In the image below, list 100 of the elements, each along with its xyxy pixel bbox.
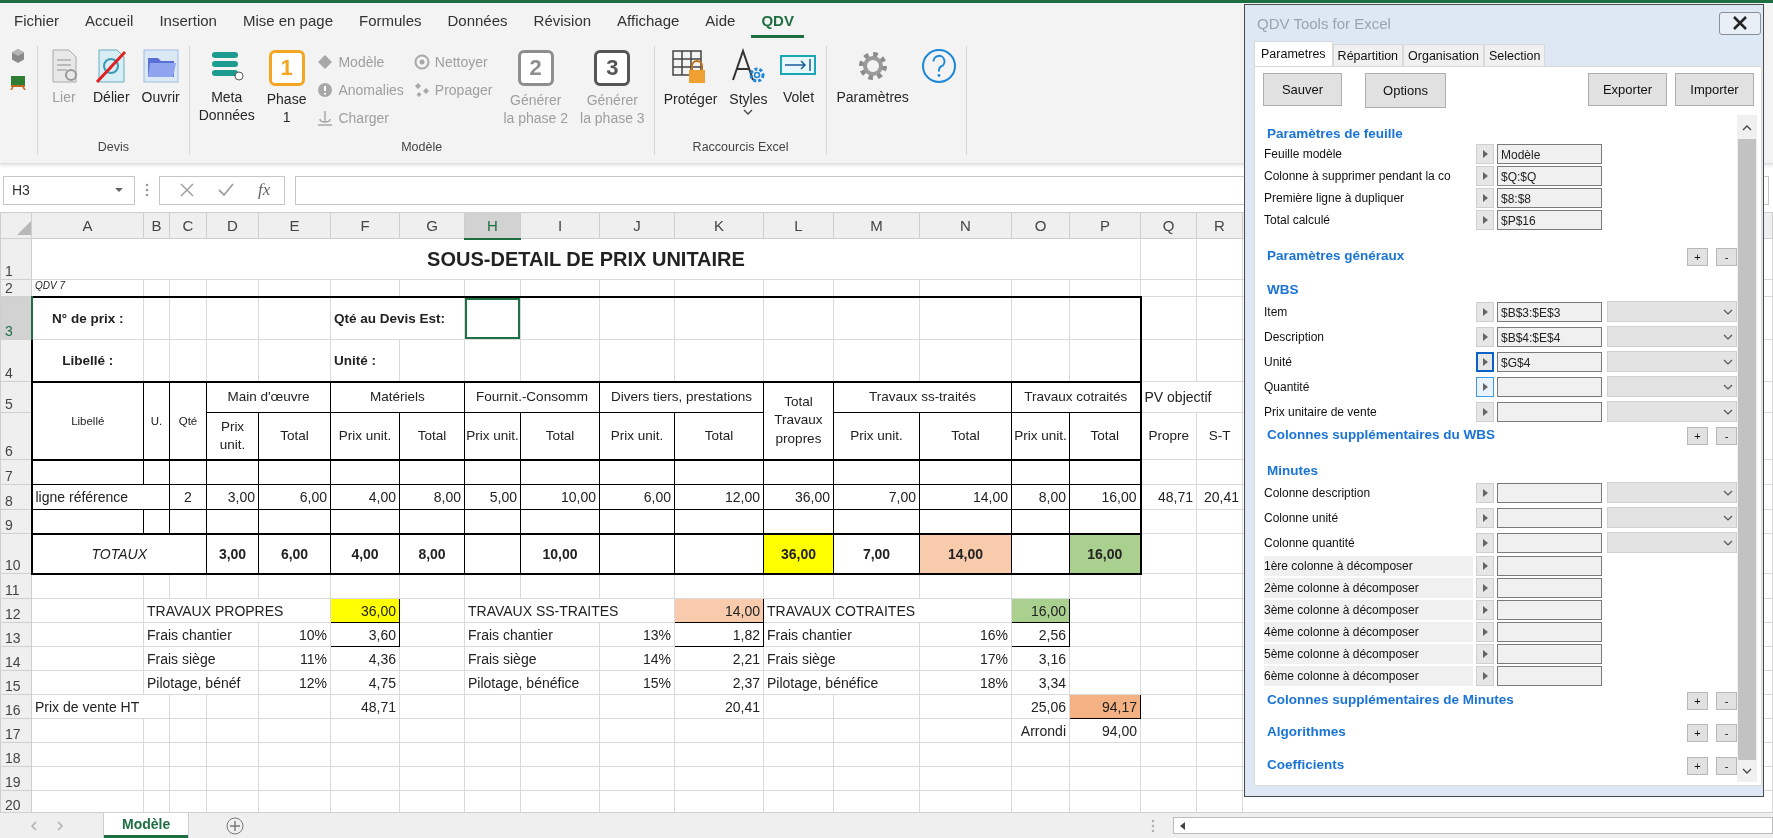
scroll-thumb[interactable] bbox=[1738, 139, 1756, 760]
ribbon-button[interactable]: Ouvrir bbox=[138, 46, 183, 109]
ribbon-button[interactable]: Meta Données bbox=[195, 46, 258, 126]
cell-reference-field[interactable] bbox=[1497, 644, 1602, 664]
ribbon-button[interactable]: Protéger bbox=[660, 46, 721, 111]
row-header[interactable]: 11 bbox=[0, 573, 32, 599]
tab[interactable]: Organisation bbox=[1403, 44, 1484, 66]
column-header[interactable]: I bbox=[520, 212, 600, 239]
menu-tab[interactable]: Révision bbox=[523, 5, 602, 38]
action-button[interactable]: Exporter bbox=[1588, 73, 1667, 106]
column-header[interactable]: B bbox=[143, 212, 170, 239]
row-header[interactable]: 10 bbox=[0, 533, 32, 574]
column-header[interactable]: A bbox=[31, 212, 144, 239]
menu-tab[interactable]: Données bbox=[437, 5, 518, 38]
scrollbar[interactable] bbox=[1737, 115, 1757, 782]
cell-reference-field[interactable] bbox=[1497, 600, 1602, 620]
board-icon[interactable] bbox=[9, 74, 27, 90]
action-button[interactable]: Importer bbox=[1675, 73, 1754, 106]
cell-cursor[interactable] bbox=[464, 296, 521, 340]
expand-button[interactable]: + bbox=[1687, 427, 1708, 445]
ribbon-button[interactable]: Styles bbox=[726, 46, 771, 117]
cell-reference-field[interactable]: $G$4 bbox=[1497, 351, 1602, 372]
function-button[interactable]: fx bbox=[258, 180, 271, 200]
expand-button[interactable]: + bbox=[1687, 248, 1708, 266]
column-header[interactable]: P bbox=[1069, 212, 1141, 239]
row-header[interactable]: 13 bbox=[0, 622, 32, 647]
row-header[interactable]: 9 bbox=[0, 509, 32, 534]
cell-reference-field[interactable] bbox=[1497, 482, 1602, 503]
column-header[interactable]: R bbox=[1196, 212, 1243, 239]
column-header[interactable]: K bbox=[674, 212, 764, 239]
ribbon-button[interactable]: Volet bbox=[776, 46, 821, 109]
row-header[interactable]: 12 bbox=[0, 598, 32, 623]
cell-picker-button[interactable] bbox=[1476, 351, 1494, 372]
horizontal-scrollbar[interactable] bbox=[1173, 817, 1773, 834]
left-arrow-icon[interactable] bbox=[1179, 820, 1187, 831]
ribbon-button[interactable]: 1 Phase 1 bbox=[263, 46, 310, 128]
column-header[interactable]: L bbox=[763, 212, 834, 239]
collapse-button[interactable]: - bbox=[1716, 724, 1737, 742]
row-header[interactable]: 5 bbox=[0, 381, 32, 413]
cell-reference-field[interactable] bbox=[1497, 376, 1602, 397]
cell-reference-field[interactable]: $Q:$Q bbox=[1497, 166, 1602, 186]
row-header[interactable]: 8 bbox=[0, 484, 32, 510]
menu-tab[interactable]: Mise en page bbox=[232, 5, 343, 38]
row-header[interactable]: 16 bbox=[0, 694, 32, 719]
cell-reference-field[interactable] bbox=[1497, 666, 1602, 686]
column-header[interactable]: D bbox=[206, 212, 259, 239]
cell-reference-field[interactable]: $8:$8 bbox=[1497, 188, 1602, 208]
row-header[interactable]: 6 bbox=[0, 412, 32, 460]
expand-button[interactable]: + bbox=[1687, 757, 1708, 775]
collapse-button[interactable]: - bbox=[1716, 692, 1737, 710]
row-header[interactable]: 14 bbox=[0, 646, 32, 671]
menu-tab[interactable]: Accueil bbox=[75, 5, 144, 38]
column-header[interactable]: H bbox=[464, 212, 521, 239]
column-header[interactable]: M bbox=[833, 212, 920, 239]
sheet-tab[interactable]: Modèle bbox=[104, 813, 189, 838]
ribbon-button[interactable]: Délier bbox=[90, 46, 133, 109]
menu-tab[interactable]: Formules bbox=[349, 5, 432, 38]
cell-reference-field[interactable] bbox=[1497, 578, 1602, 598]
menu-tab[interactable]: QDV bbox=[751, 5, 804, 38]
cell-reference-field[interactable] bbox=[1497, 622, 1602, 642]
row-header[interactable]: 3 bbox=[0, 296, 32, 340]
column-header[interactable]: E bbox=[258, 212, 331, 239]
check-icon[interactable] bbox=[218, 183, 234, 197]
close-button[interactable] bbox=[1719, 11, 1761, 35]
column-header[interactable]: J bbox=[599, 212, 675, 239]
row-header[interactable]: 20 bbox=[0, 790, 32, 812]
cell-reference-field[interactable] bbox=[1497, 532, 1602, 553]
column-header[interactable]: Q bbox=[1140, 212, 1197, 239]
cell-reference-field[interactable] bbox=[1497, 401, 1602, 422]
column-header[interactable]: G bbox=[399, 212, 465, 239]
name-box[interactable]: H3 bbox=[3, 175, 135, 205]
collapse-button[interactable]: - bbox=[1716, 248, 1737, 266]
row-header[interactable]: 17 bbox=[0, 718, 32, 743]
cell-reference-field[interactable]: $P$16 bbox=[1497, 210, 1602, 230]
row-header[interactable]: 7 bbox=[0, 459, 32, 485]
column-header[interactable]: N bbox=[919, 212, 1012, 239]
expand-button[interactable]: + bbox=[1687, 692, 1708, 710]
cell-reference-field[interactable]: $B$4:$E$4 bbox=[1497, 326, 1602, 347]
cell-picker-button[interactable] bbox=[1476, 376, 1494, 397]
cancel-icon[interactable] bbox=[180, 183, 194, 197]
chevron-up-icon[interactable] bbox=[1742, 125, 1752, 131]
row-header[interactable]: 15 bbox=[0, 670, 32, 695]
add-sheet-icon[interactable] bbox=[226, 816, 245, 835]
column-header[interactable]: F bbox=[330, 212, 400, 239]
menu-tab[interactable]: Aide bbox=[695, 5, 746, 38]
column-header[interactable]: C bbox=[169, 212, 207, 239]
action-button[interactable]: Sauver bbox=[1263, 73, 1342, 106]
tab[interactable]: Parametres bbox=[1254, 41, 1333, 66]
expand-button[interactable]: + bbox=[1687, 724, 1708, 742]
cell-reference-field[interactable] bbox=[1497, 556, 1602, 576]
row-header[interactable]: 4 bbox=[0, 339, 32, 382]
chevron-down-icon[interactable] bbox=[1742, 768, 1752, 774]
cube-icon[interactable] bbox=[10, 48, 26, 64]
cell-reference-field[interactable]: $B$3:$E$3 bbox=[1497, 301, 1602, 322]
menu-tab[interactable]: Affichage bbox=[607, 5, 690, 38]
row-header[interactable]: 18 bbox=[0, 742, 32, 767]
row-header[interactable]: 1 bbox=[0, 238, 32, 280]
tab[interactable]: Selection bbox=[1483, 44, 1546, 66]
action-button[interactable]: Options bbox=[1365, 73, 1446, 108]
ribbon-button[interactable]: Paramètres bbox=[833, 46, 912, 109]
